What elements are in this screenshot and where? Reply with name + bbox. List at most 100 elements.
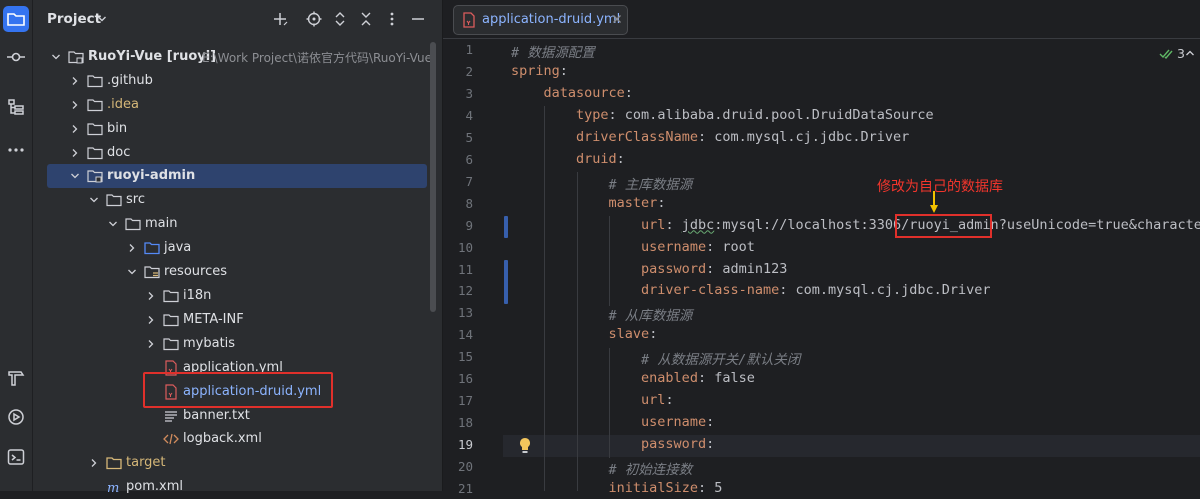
chevron-down-icon[interactable]	[51, 52, 61, 62]
code-line[interactable]: # 从数据源开关/默认关闭	[511, 348, 800, 368]
collapse-all-icon[interactable]	[358, 11, 374, 27]
tree-item[interactable]: META-INF	[33, 308, 433, 332]
line-number[interactable]: 11	[443, 262, 473, 277]
line-number[interactable]: 3	[443, 86, 473, 101]
code-line[interactable]: datasource:	[511, 85, 633, 101]
chevron-right-icon[interactable]	[70, 76, 80, 86]
code-line[interactable]: initialSize: 5	[511, 480, 723, 496]
chevron-right-icon[interactable]	[146, 291, 156, 301]
line-number[interactable]: 2	[443, 64, 473, 79]
line-number[interactable]: 7	[443, 174, 473, 189]
code-line[interactable]: type: com.alibaba.druid.pool.DruidDataSo…	[511, 107, 934, 123]
tree-item[interactable]: main	[33, 212, 433, 236]
line-number[interactable]: 5	[443, 130, 473, 145]
chevron-right-icon[interactable]	[146, 315, 156, 325]
code-line[interactable]: spring:	[511, 63, 568, 79]
tree-item[interactable]: java	[33, 236, 433, 260]
line-number[interactable]: 6	[443, 152, 473, 167]
tree-item[interactable]: bin	[33, 117, 433, 141]
chevron-down-icon[interactable]	[108, 219, 118, 229]
build-tool-icon[interactable]	[3, 365, 29, 391]
chevron-down-icon[interactable]	[89, 195, 99, 205]
tree-scrollbar[interactable]	[430, 42, 436, 312]
inspection-status[interactable]: 3	[1159, 46, 1185, 61]
resources-folder-icon	[144, 266, 160, 279]
project-panel-title[interactable]: Project	[47, 11, 101, 27]
line-number[interactable]: 14	[443, 327, 473, 342]
line-number[interactable]: 15	[443, 349, 473, 364]
chevron-right-icon[interactable]	[146, 339, 156, 349]
terminal-tool-icon[interactable]	[3, 444, 29, 470]
tree-item[interactable]: src	[33, 188, 433, 212]
code-line[interactable]: enabled: false	[511, 370, 755, 386]
chevron-down-icon[interactable]	[127, 267, 137, 277]
code-line[interactable]: url: jdbc:mysql://localhost:3306/ruoyi_a…	[511, 217, 1200, 233]
tree-item[interactable]: ruoyi-admin	[47, 163, 427, 188]
close-icon[interactable]	[612, 14, 622, 24]
chevron-down-icon[interactable]	[70, 171, 80, 181]
code-text: : com.alibaba.druid.pool.DruidDataSource	[608, 106, 934, 123]
code-line[interactable]: # 主库数据源	[511, 173, 693, 193]
tree-item[interactable]: resources	[33, 260, 433, 284]
chevron-right-icon[interactable]	[70, 148, 80, 158]
tree-item[interactable]: target	[33, 451, 433, 475]
code-line[interactable]: druid:	[511, 151, 625, 167]
tree-item[interactable]: .idea	[33, 93, 433, 117]
line-number[interactable]: 10	[443, 240, 473, 255]
line-number[interactable]: 18	[443, 415, 473, 430]
commit-tool-icon[interactable]	[3, 44, 29, 70]
project-tool-icon[interactable]	[3, 6, 29, 32]
tab-application-druid[interactable]: application-druid.yml	[453, 5, 628, 35]
tree-item[interactable]: doc	[33, 141, 433, 165]
more-tools-icon[interactable]	[3, 134, 29, 160]
chevron-up-icon[interactable]	[1185, 48, 1195, 58]
hide-panel-icon[interactable]	[410, 11, 426, 27]
code-line[interactable]: # 从库数据源	[511, 304, 693, 325]
code-line[interactable]: url:	[511, 392, 674, 408]
code-comment: # 从数据源开关/默认关闭	[641, 352, 801, 369]
code-line[interactable]: slave:	[511, 326, 658, 342]
tree-item[interactable]: RuoYi-Vue [ruoyi] E:\Work Project\诺依官方代码\…	[33, 45, 433, 69]
line-number[interactable]: 17	[443, 393, 473, 408]
tree-item[interactable]: .github	[33, 69, 433, 93]
chevron-down-icon[interactable]	[97, 14, 107, 24]
lightbulb-icon[interactable]	[518, 437, 532, 455]
tree-item[interactable]: mybatis	[33, 332, 433, 356]
chevron-right-icon[interactable]	[70, 100, 80, 110]
line-number[interactable]: 4	[443, 108, 473, 123]
line-number[interactable]: 19	[443, 437, 473, 452]
line-number[interactable]: 16	[443, 371, 473, 386]
locate-icon[interactable]	[306, 11, 322, 27]
line-number[interactable]: 20	[443, 459, 473, 474]
code-line[interactable]: password:	[511, 436, 714, 452]
tree-item[interactable]: i18n	[33, 284, 433, 308]
line-number[interactable]: 9	[443, 218, 473, 233]
chevron-right-icon[interactable]	[127, 243, 137, 253]
change-marker[interactable]	[504, 260, 508, 304]
code-line[interactable]: master:	[511, 195, 666, 211]
line-number[interactable]: 12	[443, 283, 473, 298]
chevron-right-icon[interactable]	[70, 124, 80, 134]
structure-tool-icon[interactable]	[3, 94, 29, 120]
code-line[interactable]: username:	[511, 414, 714, 430]
tree-item-label: i18n	[183, 288, 212, 303]
tree-item[interactable]: m pom.xml	[33, 475, 433, 499]
code-line[interactable]: username: root	[511, 239, 755, 255]
code-line[interactable]: # 数据源配置	[511, 41, 595, 61]
expand-all-icon[interactable]	[332, 11, 348, 27]
line-number[interactable]: 21	[443, 481, 473, 496]
tree-item[interactable]: logback.xml	[33, 427, 433, 451]
code-line[interactable]: driverClassName: com.mysql.cj.jdbc.Drive…	[511, 129, 909, 145]
code-comment: # 从库数据源	[608, 308, 693, 325]
line-number[interactable]: 8	[443, 196, 473, 211]
services-tool-icon[interactable]	[3, 404, 29, 430]
line-number[interactable]: 1	[443, 42, 473, 57]
new-file-icon[interactable]	[273, 11, 289, 27]
change-marker[interactable]	[504, 216, 508, 238]
options-icon[interactable]	[384, 11, 400, 27]
line-number[interactable]: 13	[443, 305, 473, 320]
code-line[interactable]: # 初始连接数	[511, 458, 693, 478]
chevron-right-icon[interactable]	[89, 458, 99, 468]
code-line[interactable]: password: admin123	[511, 261, 787, 277]
code-line[interactable]: driver-class-name: com.mysql.cj.jdbc.Dri…	[511, 282, 991, 298]
